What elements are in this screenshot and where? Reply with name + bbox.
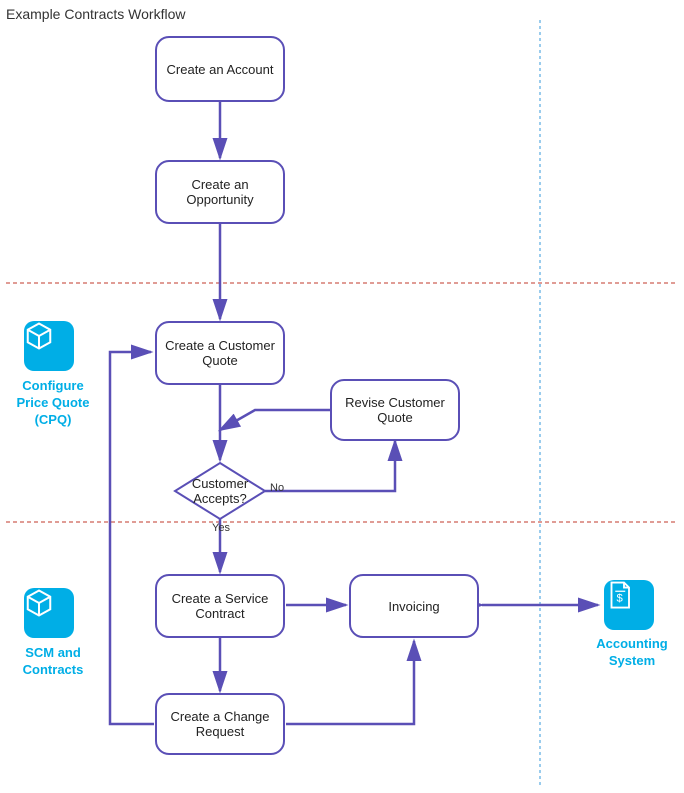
arrow-revise-merge (220, 410, 330, 430)
edge-label-yes: Yes (212, 522, 230, 534)
scm-icon (24, 588, 74, 638)
node-revise-quote: Revise Customer Quote (330, 379, 460, 441)
node-label: Invoicing (388, 599, 439, 614)
box-icon (24, 588, 54, 618)
edge-label-no: No (270, 482, 284, 494)
node-label: Create a Customer Quote (163, 338, 277, 368)
section-label-cpq: Configure Price Quote (CPQ) (8, 378, 98, 429)
node-label: Create a Service Contract (163, 591, 277, 621)
section-label-accounting: Accounting System (592, 636, 672, 670)
accounting-icon: $ (604, 580, 654, 630)
section-label-scm: SCM and Contracts (10, 645, 96, 679)
node-create-change-request: Create a Change Request (155, 693, 285, 755)
node-label: Create a Change Request (163, 709, 277, 739)
node-invoicing: Invoicing (349, 574, 479, 638)
node-create-service-contract: Create a Service Contract (155, 574, 285, 638)
node-create-account: Create an Account (155, 36, 285, 102)
svg-text:$: $ (616, 592, 623, 604)
workflow-diagram: Example Contracts Workflow (0, 0, 684, 793)
decision-label: Customer Accepts? (180, 476, 260, 506)
node-label: Create an Account (167, 62, 274, 77)
node-label: Create an Opportunity (163, 177, 277, 207)
arrow-change-invoicing (286, 641, 414, 724)
arrow-decision-no-revise (265, 441, 395, 491)
node-create-quote: Create a Customer Quote (155, 321, 285, 385)
invoice-icon: $ (604, 580, 634, 610)
arrow-change-loop-quote (110, 352, 154, 724)
cpq-icon (24, 321, 74, 371)
node-create-opportunity: Create an Opportunity (155, 160, 285, 224)
node-label: Revise Customer Quote (338, 395, 452, 425)
box-icon (24, 321, 54, 351)
